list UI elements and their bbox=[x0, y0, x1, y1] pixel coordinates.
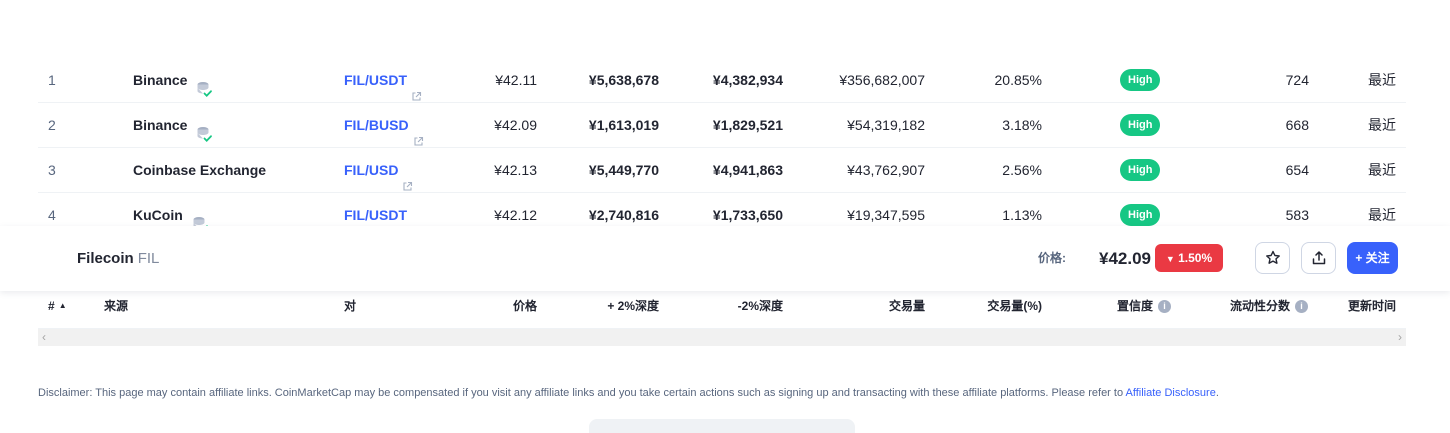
price-cell: ¥42.09 bbox=[494, 117, 537, 133]
load-more-button[interactable] bbox=[589, 419, 855, 433]
coin-symbol: FIL bbox=[137, 250, 160, 267]
disclaimer-suffix: . bbox=[1215, 387, 1219, 399]
confidence-badge: High bbox=[1120, 114, 1161, 136]
info-icon[interactable]: i bbox=[1295, 299, 1308, 313]
verified-icon bbox=[195, 71, 213, 97]
external-link-icon bbox=[411, 210, 422, 236]
pair-label: FIL/BUSD bbox=[344, 117, 409, 133]
depth-minus-cell: ¥1,829,521 bbox=[712, 117, 783, 133]
header-depth-minus[interactable]: -2%深度 bbox=[738, 291, 783, 321]
pair-link[interactable]: FIL/USDT bbox=[344, 58, 422, 102]
depth-plus-cell: ¥1,613,019 bbox=[588, 117, 659, 133]
confidence-cell: High bbox=[1120, 58, 1161, 102]
confidence-cell: High bbox=[1120, 148, 1161, 192]
sticky-coin-header: Filecoin FIL 价格: ¥42.09 + 关注 bbox=[0, 226, 1450, 291]
pair-link[interactable]: FIL/USD bbox=[344, 148, 413, 192]
header-updated[interactable]: 更新时间 bbox=[1348, 291, 1396, 321]
share-icon bbox=[1312, 251, 1325, 265]
header-depth-plus[interactable]: + 2%深度 bbox=[607, 291, 659, 321]
pair-label: FIL/USDT bbox=[344, 72, 407, 88]
exchange-label: Binance bbox=[133, 72, 188, 88]
depth-minus-cell: ¥4,382,934 bbox=[712, 72, 783, 88]
header-confidence-label: 置信度 bbox=[1116, 299, 1153, 313]
price-cell: ¥42.11 bbox=[495, 72, 537, 88]
external-link-icon bbox=[402, 165, 413, 191]
pair-label: FIL/USD bbox=[344, 162, 399, 178]
header-price[interactable]: 价格 bbox=[513, 291, 537, 321]
volume-pct-cell: 3.18% bbox=[1002, 117, 1042, 133]
liquidity-cell: 654 bbox=[1285, 162, 1309, 178]
price-value: ¥42.09 bbox=[1099, 249, 1151, 268]
header-source[interactable]: 来源 bbox=[104, 291, 128, 321]
chevron-right-icon[interactable]: › bbox=[1398, 329, 1402, 346]
share-button[interactable] bbox=[1301, 242, 1336, 274]
header-confidence[interactable]: 置信度 i bbox=[1117, 291, 1171, 321]
rank-cell: 3 bbox=[48, 162, 56, 178]
price-change-badge: ▼ 1.50% bbox=[1155, 244, 1223, 272]
affiliate-disclosure-link[interactable]: Affiliate Disclosure bbox=[1126, 387, 1216, 399]
volume-cell: ¥356,682,007 bbox=[839, 72, 925, 88]
confidence-cell: High bbox=[1120, 103, 1161, 147]
depth-plus-cell: ¥5,638,678 bbox=[588, 72, 659, 88]
horizontal-scrollbar[interactable]: ‹ › bbox=[38, 329, 1406, 346]
exchange-label: Binance bbox=[133, 117, 188, 133]
follow-button[interactable]: + 关注 bbox=[1347, 242, 1398, 274]
liquidity-cell: 724 bbox=[1285, 72, 1309, 88]
exchange-label: Coinbase Exchange bbox=[133, 162, 267, 178]
exchange-name[interactable]: Coinbase Exchange bbox=[133, 148, 266, 192]
disclaimer-text: Disclaimer: This page may contain affili… bbox=[38, 387, 1126, 399]
header-volume[interactable]: 交易量 bbox=[889, 291, 925, 321]
exchange-name[interactable]: Binance bbox=[133, 58, 213, 102]
updated-cell: 最近 bbox=[1368, 117, 1396, 133]
star-icon bbox=[1265, 250, 1280, 264]
depth-plus-cell: ¥5,449,770 bbox=[588, 162, 659, 178]
header-rank-label: # bbox=[48, 299, 55, 313]
updated-cell: 最近 bbox=[1368, 162, 1396, 178]
header-liquidity-label: 流动性分数 bbox=[1229, 299, 1290, 313]
confidence-badge: High bbox=[1120, 69, 1161, 91]
liquidity-cell: 668 bbox=[1285, 117, 1309, 133]
volume-cell: ¥54,319,182 bbox=[847, 117, 925, 133]
updated-cell: 最近 bbox=[1368, 72, 1396, 88]
info-icon[interactable]: i bbox=[1158, 299, 1171, 313]
sort-asc-icon: ▲ bbox=[58, 301, 67, 310]
price-label: 价格: bbox=[1038, 251, 1066, 265]
pair-link[interactable]: FIL/BUSD bbox=[344, 103, 424, 147]
watchlist-star-button[interactable] bbox=[1255, 242, 1290, 274]
depth-minus-cell: ¥4,941,863 bbox=[712, 162, 783, 178]
header-pair[interactable]: 对 bbox=[344, 291, 356, 321]
header-volume-pct[interactable]: 交易量(%) bbox=[987, 291, 1042, 321]
verified-icon bbox=[191, 206, 209, 232]
table-row[interactable]: 1 Binance FIL/USDT ¥42.11 ¥5,638,678 ¥4,… bbox=[38, 58, 1406, 103]
exchange-name[interactable]: Binance bbox=[133, 103, 213, 147]
verified-icon bbox=[195, 116, 213, 142]
coin-title: Filecoin FIL bbox=[77, 226, 159, 291]
table-row[interactable]: 3 Coinbase Exchange FIL/USD ¥42.13 ¥5,44… bbox=[38, 148, 1406, 193]
disclaimer: Disclaimer: This page may contain affili… bbox=[38, 387, 1219, 399]
price-change-value: 1.50% bbox=[1178, 251, 1213, 265]
external-link-icon bbox=[413, 120, 424, 146]
coin-name: Filecoin bbox=[77, 250, 134, 267]
volume-pct-cell: 20.85% bbox=[994, 72, 1042, 88]
confidence-badge: High bbox=[1120, 204, 1161, 226]
table-row[interactable]: 2 Binance FIL/BUSD ¥42.09 ¥1,613,019 ¥1,… bbox=[38, 103, 1406, 148]
price-cell: ¥42.13 bbox=[494, 162, 537, 178]
confidence-badge: High bbox=[1120, 159, 1161, 181]
rank-cell: 2 bbox=[48, 117, 56, 133]
volume-pct-cell: 2.56% bbox=[1002, 162, 1042, 178]
rank-cell: 1 bbox=[48, 72, 56, 88]
chevron-left-icon[interactable]: ‹ bbox=[42, 329, 46, 346]
external-link-icon bbox=[411, 75, 422, 101]
header-liquidity[interactable]: 流动性分数 i bbox=[1230, 291, 1308, 321]
header-rank[interactable]: # ▲ bbox=[48, 291, 67, 321]
table-header: # ▲ 来源 对 价格 + 2%深度 -2%深度 交易量 交易量(%) 置信度 … bbox=[38, 291, 1406, 329]
caret-down-icon: ▼ bbox=[1165, 254, 1175, 264]
volume-cell: ¥43,762,907 bbox=[847, 162, 925, 178]
